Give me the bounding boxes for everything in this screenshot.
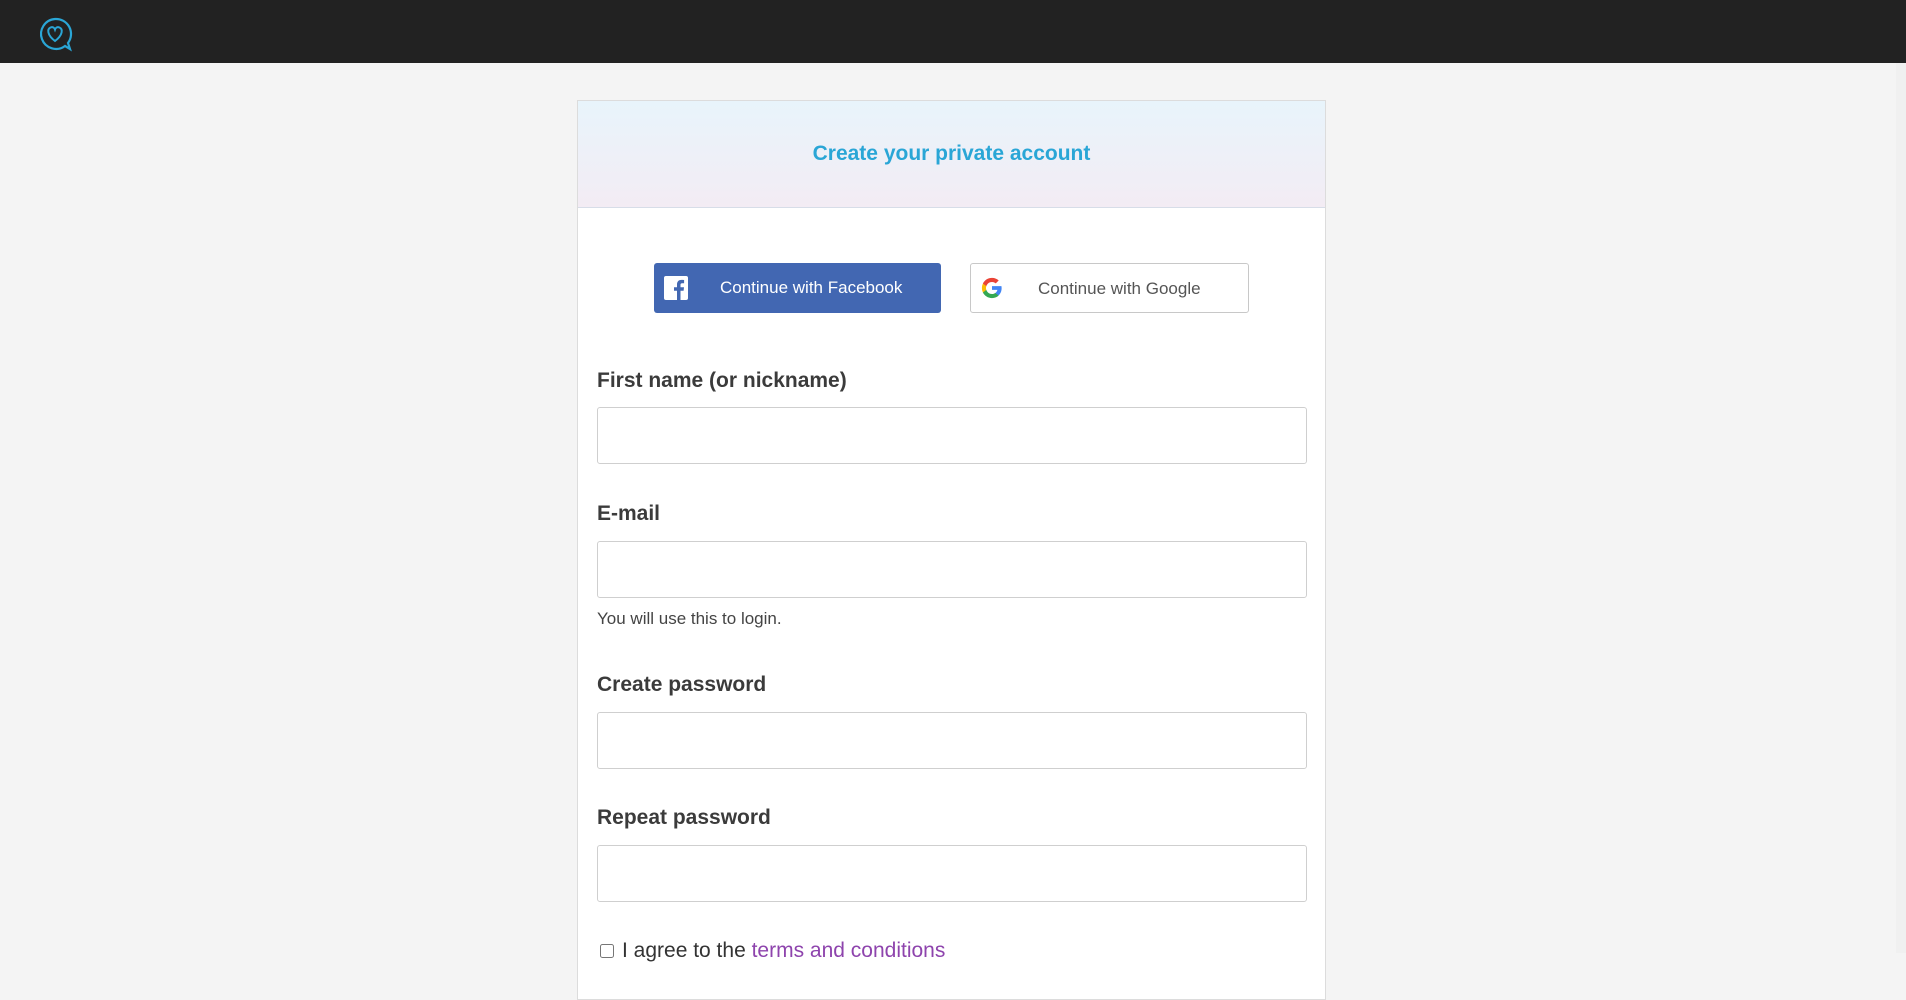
page-scrollbar[interactable] xyxy=(1896,63,1906,953)
top-navbar xyxy=(0,0,1906,63)
facebook-icon xyxy=(664,276,688,300)
facebook-login-label: Continue with Facebook xyxy=(720,278,903,297)
repeat-password-input[interactable] xyxy=(597,845,1307,902)
repeat-password-label: Repeat password xyxy=(597,806,771,829)
google-login-button[interactable]: Continue with Google xyxy=(970,263,1249,313)
email-hint: You will use this to login. xyxy=(597,609,782,628)
create-password-label: Create password xyxy=(597,673,767,696)
google-login-label: Continue with Google xyxy=(1038,279,1201,298)
email-input[interactable] xyxy=(597,541,1307,598)
terms-prefix: I agree to the xyxy=(622,939,752,962)
facebook-login-button[interactable]: Continue with Facebook xyxy=(654,263,941,313)
terms-checkbox[interactable] xyxy=(600,944,614,959)
social-login-row: Continue with Facebook Continue with Goo… xyxy=(578,263,1325,313)
page-title: Create your private account xyxy=(812,142,1091,165)
terms-row: I agree to the terms and conditions xyxy=(600,939,945,963)
google-icon xyxy=(981,277,1002,299)
terms-link[interactable]: terms and conditions xyxy=(752,939,946,962)
create-password-input[interactable] xyxy=(597,712,1307,769)
first-name-input[interactable] xyxy=(597,407,1307,464)
email-label: E-mail xyxy=(597,502,661,525)
first-name-label: First name (or nickname) xyxy=(597,369,847,392)
signup-card: Create your private account Continue wit… xyxy=(577,100,1326,1000)
logo-icon[interactable] xyxy=(37,16,73,52)
card-header: Create your private account xyxy=(578,101,1325,208)
